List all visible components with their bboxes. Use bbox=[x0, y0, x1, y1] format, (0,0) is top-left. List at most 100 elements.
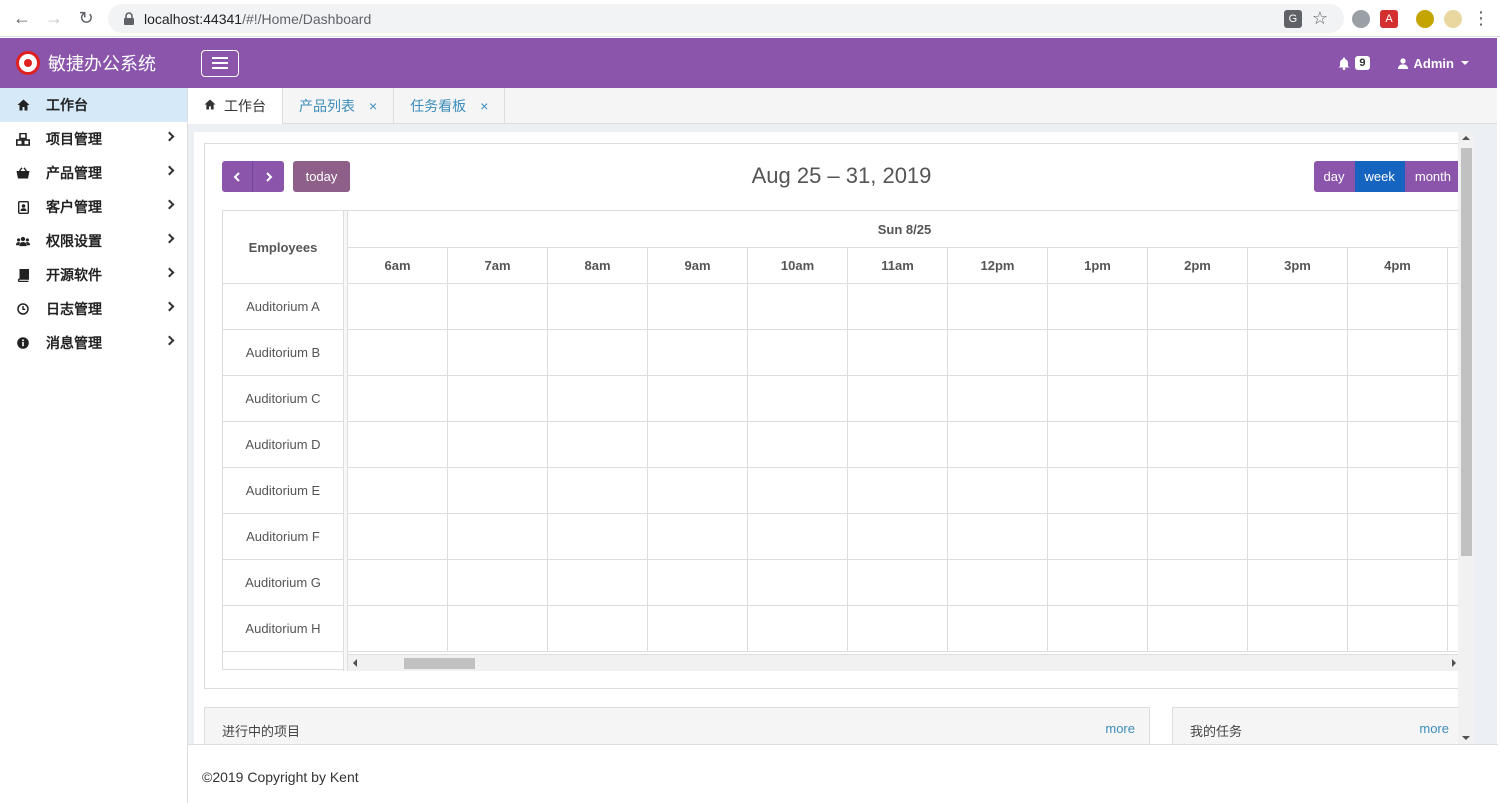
notifications-button[interactable]: 9 bbox=[1338, 56, 1370, 70]
scrollbar-thumb[interactable] bbox=[1461, 148, 1472, 556]
timeline-cell[interactable] bbox=[1348, 284, 1448, 329]
timeline-cell[interactable] bbox=[1248, 468, 1348, 513]
timeline-cell[interactable] bbox=[348, 422, 448, 467]
next-button[interactable] bbox=[253, 161, 284, 192]
timeline-cell[interactable] bbox=[348, 284, 448, 329]
address-bar[interactable]: localhost:44341/#!/Home/Dashboard bbox=[108, 4, 1344, 33]
dashboard-content[interactable]: Aug 25 – 31, 2019 today day week month E… bbox=[194, 132, 1474, 744]
timeline-cell[interactable] bbox=[648, 468, 748, 513]
sidebar-toggle-button[interactable] bbox=[201, 49, 239, 77]
timeline-cell[interactable] bbox=[748, 284, 848, 329]
timeline-cell[interactable] bbox=[648, 330, 748, 375]
timeline-cell[interactable] bbox=[1248, 514, 1348, 559]
timeline-cell[interactable] bbox=[848, 422, 948, 467]
timeline-cell[interactable] bbox=[348, 468, 448, 513]
logo[interactable]: 敏捷办公系统 bbox=[0, 50, 200, 76]
timeline-cell[interactable] bbox=[1048, 376, 1148, 421]
timeline-cell[interactable] bbox=[648, 376, 748, 421]
timeline-cell[interactable] bbox=[948, 284, 1048, 329]
timeline-cell[interactable] bbox=[748, 560, 848, 605]
timeline-cell[interactable] bbox=[848, 606, 948, 651]
prev-button[interactable] bbox=[222, 161, 253, 192]
timeline-cell[interactable] bbox=[348, 560, 448, 605]
extension-globe-icon[interactable] bbox=[1352, 9, 1370, 28]
timeline-cell[interactable] bbox=[1148, 284, 1248, 329]
forward-icon[interactable]: → bbox=[38, 2, 70, 34]
timeline-cell[interactable] bbox=[848, 560, 948, 605]
timeline-cell[interactable] bbox=[848, 468, 948, 513]
timeline-cell[interactable] bbox=[348, 606, 448, 651]
timeline-cell[interactable] bbox=[1148, 514, 1248, 559]
timeline-cell[interactable] bbox=[948, 330, 1048, 375]
timeline-cell[interactable] bbox=[948, 514, 1048, 559]
timeline-cell[interactable] bbox=[1248, 376, 1348, 421]
vertical-scrollbar[interactable] bbox=[1458, 132, 1474, 744]
scroll-up-icon[interactable] bbox=[1462, 136, 1470, 140]
timeline-cell[interactable] bbox=[748, 330, 848, 375]
timeline-cell[interactable] bbox=[548, 284, 648, 329]
more-link[interactable]: more bbox=[1105, 721, 1135, 736]
sidebar-item-products[interactable]: 产品管理 bbox=[0, 156, 187, 190]
timeline-cell[interactable] bbox=[1048, 468, 1148, 513]
angular-extension-icon[interactable]: A bbox=[1380, 9, 1398, 28]
timeline-cell[interactable] bbox=[948, 560, 1048, 605]
reload-icon[interactable]: ↻ bbox=[70, 2, 102, 34]
menu-dots-icon[interactable]: ⋮ bbox=[1472, 8, 1490, 29]
view-month-button[interactable]: month bbox=[1404, 161, 1461, 192]
timeline-cell[interactable] bbox=[1048, 606, 1148, 651]
timeline-cell[interactable] bbox=[348, 376, 448, 421]
timeline-cell[interactable] bbox=[1348, 376, 1448, 421]
timeline-cell[interactable] bbox=[1148, 606, 1248, 651]
timeline-cell[interactable] bbox=[548, 422, 648, 467]
timeline-cell[interactable] bbox=[448, 606, 548, 651]
timeline-cell[interactable] bbox=[648, 560, 748, 605]
resource-row[interactable]: Auditorium B bbox=[223, 330, 343, 376]
timeline-cell[interactable] bbox=[1148, 330, 1248, 375]
timeline-cell[interactable] bbox=[448, 376, 548, 421]
resource-row[interactable]: Auditorium G bbox=[223, 560, 343, 606]
sidebar-item-projects[interactable]: 项目管理 bbox=[0, 122, 187, 156]
timeline-cell[interactable] bbox=[1348, 422, 1448, 467]
today-button[interactable]: today bbox=[293, 161, 350, 192]
timeline-cell[interactable] bbox=[1048, 560, 1148, 605]
horizontal-scrollbar[interactable] bbox=[348, 654, 1461, 671]
tab-task-board[interactable]: 任务看板 × bbox=[394, 88, 506, 124]
timeline-cell[interactable] bbox=[1048, 284, 1148, 329]
user-menu[interactable]: Admin bbox=[1397, 56, 1469, 71]
timeline-cell[interactable] bbox=[448, 468, 548, 513]
resource-row[interactable]: Auditorium F bbox=[223, 514, 343, 560]
timeline-cell[interactable] bbox=[1348, 560, 1448, 605]
timeline-cell[interactable] bbox=[748, 422, 848, 467]
timeline-cell[interactable] bbox=[1248, 422, 1348, 467]
sidebar-item-opensource[interactable]: 开源软件 bbox=[0, 258, 187, 292]
timeline-cell[interactable] bbox=[1148, 468, 1248, 513]
back-icon[interactable]: ← bbox=[6, 2, 38, 34]
timeline-cell[interactable] bbox=[1148, 376, 1248, 421]
view-day-button[interactable]: day bbox=[1313, 161, 1355, 192]
more-link[interactable]: more bbox=[1419, 721, 1449, 736]
timeline-cell[interactable] bbox=[648, 514, 748, 559]
timeline-cell[interactable] bbox=[848, 284, 948, 329]
close-icon[interactable]: × bbox=[369, 98, 377, 114]
timeline-cell[interactable] bbox=[648, 284, 748, 329]
timeline-cell[interactable] bbox=[1348, 514, 1448, 559]
timeline-cell[interactable] bbox=[1348, 468, 1448, 513]
timeline-cell[interactable] bbox=[1048, 422, 1148, 467]
timeline-cell[interactable] bbox=[348, 514, 448, 559]
timeline-cell[interactable] bbox=[548, 606, 648, 651]
star-icon[interactable]: ☆ bbox=[1312, 8, 1328, 29]
timeline-cell[interactable] bbox=[848, 376, 948, 421]
timeline-cell[interactable] bbox=[1048, 330, 1148, 375]
timeline-cell[interactable] bbox=[948, 422, 1048, 467]
timeline-cell[interactable] bbox=[448, 284, 548, 329]
resource-row[interactable]: Auditorium E bbox=[223, 468, 343, 514]
timeline-cell[interactable] bbox=[1248, 330, 1348, 375]
timeline-cell[interactable] bbox=[1248, 560, 1348, 605]
resource-row[interactable]: Auditorium H bbox=[223, 606, 343, 652]
timeline-cell[interactable] bbox=[548, 330, 648, 375]
timeline-cell[interactable] bbox=[1348, 606, 1448, 651]
timeline-cell[interactable] bbox=[448, 330, 548, 375]
timeline-cell[interactable] bbox=[748, 514, 848, 559]
timeline-cell[interactable] bbox=[448, 560, 548, 605]
timeline-body[interactable] bbox=[348, 284, 1461, 652]
